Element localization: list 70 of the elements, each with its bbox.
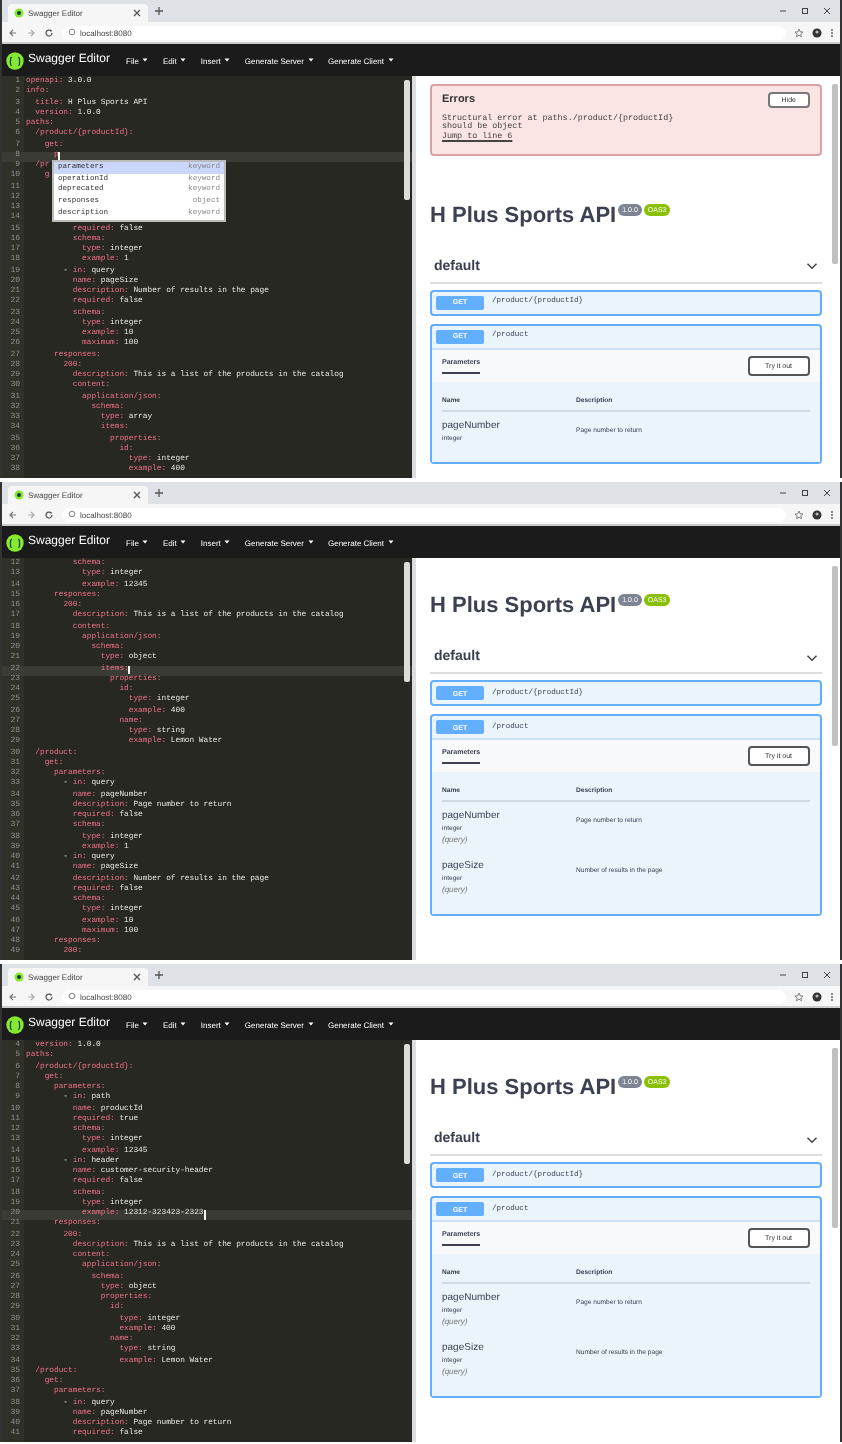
plus-icon[interactable] [154, 488, 164, 498]
caret-icon [142, 1022, 149, 1026]
caret-icon [142, 540, 149, 544]
star-icon[interactable] [794, 509, 804, 519]
swagger-logo-icon [6, 533, 24, 551]
minimize-icon[interactable] [778, 6, 788, 16]
forward-icon[interactable] [26, 27, 36, 37]
avatar-icon[interactable] [812, 509, 822, 519]
minimize-icon[interactable] [778, 970, 788, 980]
caret-icon [388, 540, 394, 544]
caret-icon [180, 1022, 187, 1026]
reload-icon[interactable] [44, 509, 54, 519]
maximize-icon[interactable] [800, 6, 810, 16]
swagger-logo-icon [6, 51, 24, 69]
chevron-down-icon [806, 1133, 818, 1145]
close-icon[interactable] [132, 490, 142, 500]
caret-icon [307, 58, 314, 62]
caret-icon [224, 58, 231, 62]
avatar-icon[interactable] [812, 27, 822, 37]
caret-icon [388, 1022, 394, 1026]
maximize-icon[interactable] [800, 488, 810, 498]
avatar-icon[interactable] [812, 991, 822, 1001]
maximize-icon[interactable] [800, 970, 810, 980]
swagger-logo-icon [14, 490, 24, 500]
close-icon[interactable] [132, 972, 142, 982]
plus-icon[interactable] [154, 970, 164, 980]
caret-icon [180, 540, 187, 544]
caret-icon [224, 1022, 231, 1026]
scrollbar[interactable] [404, 562, 410, 682]
scrollbar[interactable] [832, 1048, 838, 1228]
back-icon[interactable] [8, 27, 18, 37]
scrollbar[interactable] [832, 566, 838, 746]
reload-icon[interactable] [44, 991, 54, 1001]
caret-icon [307, 540, 314, 544]
api-title: H Plus Sports API [430, 594, 617, 618]
scrollbar[interactable] [404, 80, 410, 200]
swagger-logo-icon [14, 972, 24, 982]
code-editor[interactable] [2, 76, 412, 478]
close-icon[interactable] [822, 6, 832, 16]
info-icon [68, 510, 76, 518]
back-icon[interactable] [8, 509, 18, 519]
star-icon[interactable] [794, 991, 804, 1001]
caret-icon [388, 58, 394, 62]
scrollbar[interactable] [404, 1044, 410, 1164]
forward-icon[interactable] [26, 991, 36, 1001]
minimize-icon[interactable] [778, 488, 788, 498]
close-icon[interactable] [822, 488, 832, 498]
star-icon[interactable] [794, 27, 804, 37]
caret-icon [307, 1022, 314, 1026]
api-title: H Plus Sports API [430, 203, 617, 227]
back-icon[interactable] [8, 991, 18, 1001]
caret-icon [180, 58, 187, 62]
text-cursor [203, 1210, 205, 1220]
swagger-logo-icon [6, 1015, 24, 1033]
text-cursor [128, 665, 130, 675]
chevron-down-icon [806, 260, 818, 272]
caret-icon [224, 540, 231, 544]
forward-icon[interactable] [26, 509, 36, 519]
close-icon[interactable] [132, 8, 142, 18]
plus-icon[interactable] [154, 6, 164, 16]
swagger-logo-icon [14, 8, 24, 18]
close-icon[interactable] [822, 970, 832, 980]
info-icon [68, 992, 76, 1000]
reload-icon[interactable] [44, 27, 54, 37]
info-icon [68, 28, 76, 36]
api-title: H Plus Sports API [430, 1076, 617, 1100]
text-cursor [58, 152, 60, 162]
caret-icon [142, 58, 149, 62]
chevron-down-icon [806, 651, 818, 663]
scrollbar[interactable] [832, 84, 838, 264]
